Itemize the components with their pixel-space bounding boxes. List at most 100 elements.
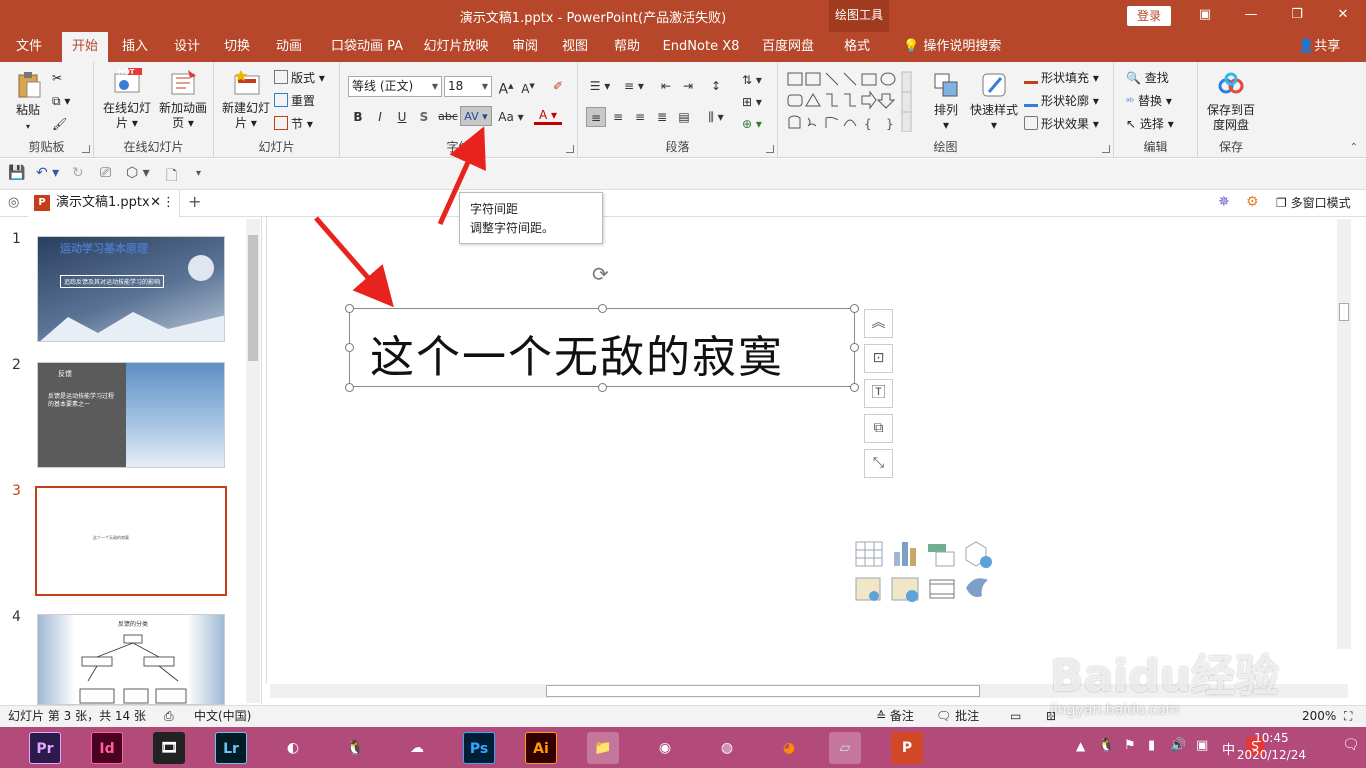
start-slideshow-icon[interactable]: ⎚: [100, 165, 111, 181]
character-spacing-button[interactable]: AV ▾: [460, 106, 492, 126]
layer-icon[interactable]: ⧉: [864, 414, 893, 443]
tab-switcher-icon[interactable]: ◎: [8, 195, 19, 210]
numbering-icon[interactable]: ≡ ▾: [620, 76, 648, 96]
spellcheck-icon[interactable]: ⎙: [164, 706, 174, 727]
tab-pocket-animation[interactable]: 口袋动画 PA: [324, 32, 410, 62]
resize-handle[interactable]: [850, 343, 859, 352]
tab-help[interactable]: 帮助: [606, 32, 648, 62]
gear-icon[interactable]: ⚙: [1246, 194, 1259, 210]
font-size-select[interactable]: 18 ▼: [444, 76, 492, 97]
3d-model-icon[interactable]: [965, 541, 992, 568]
zoom-level[interactable]: 200%: [1302, 706, 1336, 727]
volume-icon[interactable]: 🔊: [1170, 738, 1186, 753]
multi-window-button[interactable]: ❐ 多窗口模式: [1276, 190, 1351, 216]
font-name-select[interactable]: 等线 (正文) ▼: [348, 76, 442, 97]
underline-button[interactable]: U: [392, 107, 412, 127]
scrollbar-thumb[interactable]: [1339, 303, 1349, 321]
resize-handle[interactable]: [598, 383, 607, 392]
shapes-gallery[interactable]: {}: [786, 70, 912, 132]
line-spacing-icon[interactable]: ↕: [706, 76, 726, 96]
chrome-icon[interactable]: ◍: [711, 732, 743, 764]
section-button[interactable]: 节 ▾: [274, 114, 313, 134]
ribbon-display-icon[interactable]: ▣: [1182, 0, 1228, 32]
customize-qat-icon[interactable]: ▾: [196, 168, 201, 179]
copy-icon[interactable]: ⧉ ▾: [52, 91, 70, 111]
columns-icon[interactable]: ⫼ ▾: [702, 107, 730, 127]
bold-button[interactable]: B: [348, 107, 368, 127]
scrollbar-thumb[interactable]: [248, 235, 258, 361]
new-slide-button[interactable]: 新建幻灯片 ▾: [220, 68, 272, 131]
indesign-icon[interactable]: Id: [91, 732, 123, 764]
slide-thumbnail-1[interactable]: 运动学习基本原理 追踪反馈及其对运动技能学习的影响: [37, 236, 225, 342]
tab-transitions[interactable]: 切换: [216, 32, 258, 62]
app-icon[interactable]: ▱: [829, 732, 861, 764]
notes-button[interactable]: ≙ 备注: [876, 706, 914, 727]
align-text-icon[interactable]: ⊞ ▾: [738, 92, 766, 112]
font-color-button[interactable]: A ▾: [534, 107, 562, 125]
paste-button[interactable]: 粘贴 ▾: [10, 70, 46, 134]
tray-qq-icon[interactable]: 🐧: [1098, 738, 1114, 753]
app-icon[interactable]: ◕: [773, 732, 805, 764]
login-button[interactable]: 登录: [1127, 6, 1171, 26]
arrange-button[interactable]: 排列 ▾: [926, 70, 966, 133]
resize-handle[interactable]: [345, 304, 354, 313]
redo-icon[interactable]: ↻: [72, 165, 84, 181]
tab-insert[interactable]: 插入: [114, 32, 156, 62]
chat-app-icon[interactable]: ☁: [401, 732, 433, 764]
save-icon[interactable]: 💾: [8, 165, 25, 181]
online-slide-button[interactable]: 在线幻灯片 ▾: [100, 68, 154, 131]
tell-me-search[interactable]: 💡 操作说明搜索: [903, 32, 1001, 62]
tab-endnote[interactable]: EndNote X8: [658, 32, 744, 62]
resize-handle[interactable]: [850, 304, 859, 313]
resize-handle[interactable]: [345, 383, 354, 392]
select-button[interactable]: ↖ 选择 ▾: [1126, 114, 1174, 134]
tray-flag-icon[interactable]: ⚑: [1124, 738, 1136, 753]
align-right-icon[interactable]: ≡: [630, 107, 650, 127]
slide-thumbnail-3[interactable]: 这个一个无敌的寂寞: [35, 486, 227, 596]
more-options-icon[interactable]: ⋮: [162, 190, 175, 216]
close-icon[interactable]: ✕: [1320, 0, 1366, 32]
table-icon[interactable]: [855, 541, 883, 567]
text-box-icon[interactable]: 🅃: [864, 379, 893, 408]
tab-view[interactable]: 视图: [554, 32, 596, 62]
shape-effects-button[interactable]: 形状效果 ▾: [1024, 114, 1099, 134]
smartart-icon[interactable]: ⊕ ▾: [738, 114, 766, 134]
video-editor-icon[interactable]: 🎞: [153, 732, 185, 764]
cut-icon[interactable]: ✂: [52, 68, 62, 88]
collapse-ribbon-icon[interactable]: ⌃: [1350, 142, 1358, 153]
text-direction-icon[interactable]: ⇅ ▾: [738, 70, 766, 90]
layout-button[interactable]: 版式 ▾: [274, 68, 325, 88]
file-explorer-icon[interactable]: 📁: [587, 732, 619, 764]
resize-handle[interactable]: [345, 343, 354, 352]
qq-icon[interactable]: 🐧: [339, 732, 371, 764]
shape-tools-icon[interactable]: ⬡ ▾: [126, 165, 150, 181]
tab-review[interactable]: 审阅: [504, 32, 546, 62]
new-animation-page-button[interactable]: 新加动画页 ▾: [156, 68, 210, 131]
reset-button[interactable]: 重置: [274, 91, 315, 111]
replace-button[interactable]: ᵃᵇ 替换 ▾: [1126, 91, 1172, 111]
undo-icon[interactable]: ↶ ▾: [36, 165, 59, 181]
increase-indent-icon[interactable]: ⇥: [678, 76, 698, 96]
app-icon[interactable]: ◐: [277, 732, 309, 764]
align-center-icon[interactable]: ≡: [608, 107, 628, 127]
drawing-launcher-icon[interactable]: [1102, 145, 1110, 153]
tray-chevron-icon[interactable]: ▲: [1076, 739, 1085, 753]
shape-fill-button[interactable]: 形状填充 ▾: [1024, 68, 1099, 88]
change-case-button[interactable]: Aa ▾: [496, 107, 526, 127]
align-left-icon[interactable]: ≡: [586, 107, 606, 127]
tab-format[interactable]: 格式: [832, 32, 882, 62]
slide-thumbnail-2[interactable]: 反馈 反馈是运动技能学习过程的基本要素之一: [37, 362, 225, 468]
justify-icon[interactable]: ≣: [652, 107, 672, 127]
tab-slideshow[interactable]: 幻灯片放映: [420, 32, 492, 62]
normal-view-icon[interactable]: ▭: [1010, 706, 1021, 727]
photoshop-icon[interactable]: Ps: [463, 732, 495, 764]
clipboard-launcher-icon[interactable]: [82, 145, 90, 153]
tab-home[interactable]: 开始: [62, 32, 108, 62]
close-tab-icon[interactable]: ✕: [150, 190, 161, 216]
distributed-icon[interactable]: ▤: [674, 107, 694, 127]
find-button[interactable]: 🔍 查找: [1126, 68, 1169, 88]
notification-icon[interactable]: 🗨: [1342, 737, 1360, 753]
restore-icon[interactable]: ❐: [1274, 0, 1320, 32]
new-tab-icon[interactable]: +: [188, 192, 201, 211]
chart-icon[interactable]: [894, 542, 916, 566]
